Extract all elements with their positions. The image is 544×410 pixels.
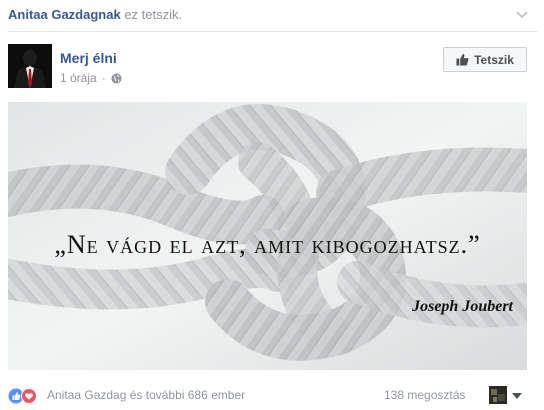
like-page-button-label: Tetszik bbox=[474, 52, 514, 67]
share-as-dropdown-icon[interactable] bbox=[512, 393, 522, 399]
page-avatar[interactable] bbox=[8, 44, 52, 88]
post-image[interactable]: „Ne vágd el azt, amit kibogozhatsz.” Jos… bbox=[8, 102, 527, 370]
liker-action: ez tetszik. bbox=[124, 7, 183, 22]
shares-count[interactable]: 138 megosztás bbox=[384, 388, 465, 402]
reactors-text[interactable]: Anitaa Gazdag és további 686 ember bbox=[47, 388, 245, 402]
like-page-button[interactable]: Tetszik bbox=[443, 47, 527, 72]
page-name-link[interactable]: Merj élni bbox=[60, 50, 117, 66]
thumbs-up-icon bbox=[456, 53, 469, 66]
divider bbox=[8, 31, 538, 32]
post-timestamp[interactable]: 1 órája bbox=[60, 71, 97, 85]
image-quote: „Ne vágd el azt, amit kibogozhatsz.” bbox=[54, 230, 481, 259]
liker-line: Anitaa Gazdagnak ez tetszik. bbox=[8, 7, 182, 22]
share-as-avatar[interactable] bbox=[489, 386, 507, 404]
chevron-down-icon[interactable] bbox=[516, 8, 528, 20]
story-header: Anitaa Gazdagnak ez tetszik. bbox=[0, 0, 544, 30]
image-author: Joseph Joubert bbox=[412, 298, 513, 315]
post-meta: 1 órája · bbox=[60, 71, 122, 85]
meta-separator: · bbox=[101, 71, 106, 85]
globe-icon bbox=[111, 72, 122, 84]
liker-name-link[interactable]: Anitaa Gazdagnak bbox=[8, 7, 121, 22]
reactions-summary[interactable] bbox=[8, 388, 44, 404]
love-reaction-icon bbox=[21, 388, 37, 404]
